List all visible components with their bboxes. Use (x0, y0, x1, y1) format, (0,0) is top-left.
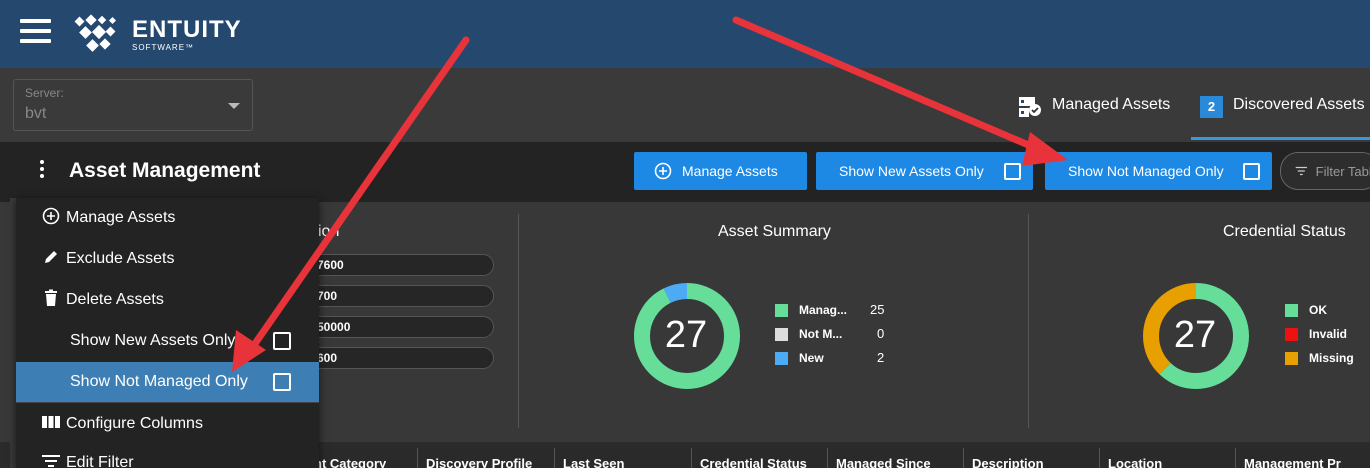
column-header[interactable]: nt Category (305, 448, 417, 468)
credential-status-total: 27 (1173, 314, 1217, 356)
legend-item-new[interactable]: New (775, 349, 824, 367)
filter-icon (42, 454, 60, 467)
menu-item-show-not-managed-only[interactable]: Show Not Managed Only (16, 362, 319, 402)
legend-swatch (1285, 303, 1298, 317)
pill-item: 700 (300, 285, 494, 307)
tab-discovered-assets[interactable]: 2 Discovered Assets (1191, 86, 1370, 140)
legend-label: OK (1309, 303, 1327, 317)
show-not-managed-only-button[interactable]: Show Not Managed Only (1045, 152, 1272, 190)
legend-value: 0 (877, 326, 885, 341)
asset-summary-title: Asset Summary (718, 223, 831, 240)
menu-item-label: Show New Assets Only (70, 332, 236, 349)
brand-subtitle: SOFTWARE™ (132, 43, 195, 52)
legend-swatch (775, 327, 788, 341)
menu-item-exclude-assets[interactable]: Exclude Assets (16, 239, 319, 279)
caret-down-icon (228, 103, 240, 109)
legend-item-invalid[interactable]: Invalid (1285, 325, 1347, 343)
menu-item-label: Delete Assets (66, 291, 164, 308)
pill-item: 600 (300, 347, 494, 369)
show-new-assets-only-menu-checkbox[interactable] (273, 332, 291, 350)
tab-discovered-assets-label: Discovered Assets (1233, 96, 1365, 113)
legend-swatch (1285, 327, 1298, 341)
column-header[interactable]: Credential Status (691, 448, 827, 468)
column-header[interactable]: Description (963, 448, 1099, 468)
legend-label: Not M... (799, 327, 843, 341)
trash-icon (45, 289, 57, 306)
discovered-count-badge: 2 (1200, 96, 1223, 118)
column-header[interactable]: Management Pr (1235, 448, 1370, 468)
logo: ENTUITY SOFTWARE™ (74, 14, 244, 56)
server-value: bvt (25, 105, 47, 122)
entuity-logo-icon (74, 14, 117, 52)
legend-label: Missing (1309, 351, 1354, 365)
column-header[interactable]: Discovery Profile (417, 448, 554, 468)
menu-item-configure-columns[interactable]: Configure Columns (16, 404, 319, 444)
filter-icon (1295, 166, 1307, 176)
page-title: Asset Management (69, 159, 261, 182)
menu-item-delete-assets[interactable]: Delete Assets (16, 280, 319, 320)
show-new-assets-only-label: Show New Assets Only (839, 163, 984, 179)
legend-value: 2 (877, 350, 885, 365)
column-header[interactable]: Location (1099, 448, 1235, 468)
filter-table-input[interactable]: Filter Table (1280, 152, 1370, 190)
legend-swatch (775, 303, 788, 317)
show-new-assets-only-checkbox[interactable] (1004, 163, 1021, 180)
pencil-icon (45, 250, 57, 263)
hamburger-menu-icon[interactable] (20, 19, 51, 45)
column-header[interactable]: Last Seen (554, 448, 691, 468)
legend-label: Invalid (1309, 327, 1348, 341)
server-select[interactable]: Server: bvt (13, 79, 253, 131)
menu-item-label: Show Not Managed Only (70, 373, 248, 390)
plus-circle-icon (654, 162, 672, 180)
filter-table-placeholder: Filter Table (1315, 163, 1370, 179)
manage-assets-button[interactable]: Manage Assets (634, 152, 807, 190)
legend-label: New (799, 351, 824, 365)
menu-item-manage-assets[interactable]: Manage Assets (16, 198, 319, 238)
tab-managed-assets-label: Managed Assets (1052, 96, 1171, 113)
menu-item-label: Exclude Assets (66, 250, 175, 267)
pill-item: 50000 (300, 316, 494, 338)
show-not-managed-only-checkbox[interactable] (1243, 163, 1260, 180)
legend-item-missing[interactable]: Missing (1285, 349, 1354, 367)
legend-item-managed[interactable]: Manag... (775, 301, 847, 319)
menu-item-label: Manage Assets (66, 209, 176, 226)
menu-item-label: Edit Filter (66, 454, 134, 468)
menu-item-label: Configure Columns (66, 415, 203, 432)
show-new-assets-only-button[interactable]: Show New Assets Only (816, 152, 1033, 190)
menu-divider (16, 402, 319, 403)
legend-swatch (1285, 351, 1298, 365)
menu-item-edit-filter[interactable]: Edit Filter (16, 443, 319, 468)
legend-item-not-managed[interactable]: Not M... (775, 325, 842, 343)
plus-circle-icon (42, 207, 60, 224)
show-not-managed-only-menu-checkbox[interactable] (273, 373, 291, 391)
panel-divider (1028, 214, 1029, 428)
server-label: Server: (25, 86, 64, 100)
menu-item-show-new-assets-only[interactable]: Show New Assets Only (16, 321, 319, 361)
legend-swatch (775, 351, 788, 365)
credential-status-title: Credential Status (1223, 223, 1346, 240)
legend-item-ok[interactable]: OK (1285, 301, 1327, 319)
legend-value: 25 (870, 302, 885, 317)
tab-managed-assets[interactable]: Managed Assets (1018, 86, 1170, 140)
panel-divider (518, 214, 519, 428)
columns-icon (42, 415, 60, 428)
column-header[interactable]: Managed Since (827, 448, 963, 468)
show-not-managed-only-label: Show Not Managed Only (1068, 163, 1224, 179)
pill-item: 7600 (300, 254, 494, 276)
kebab-menu-icon[interactable] (36, 160, 48, 184)
asset-summary-total: 27 (664, 314, 708, 356)
manage-assets-label: Manage Assets (682, 163, 778, 179)
legend-label: Manag... (799, 303, 848, 317)
managed-assets-icon (1019, 97, 1041, 117)
panel1-title: ion (318, 223, 340, 240)
brand-name: ENTUITY (132, 16, 242, 43)
